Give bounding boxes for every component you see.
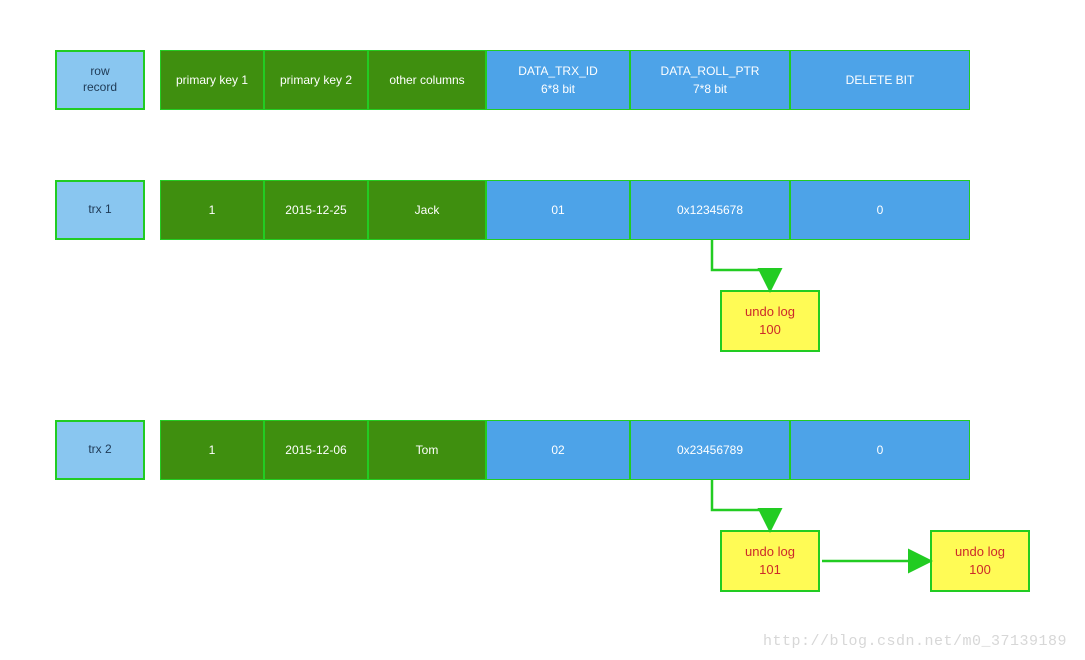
watermark-text: http://blog.csdn.net/m0_37139189	[763, 633, 1067, 650]
cell: 01	[486, 180, 630, 240]
trx2-cells: 12015-12-06Tom020x234567890	[160, 420, 970, 480]
undo-log-box-100a: undo log 100	[720, 290, 820, 352]
cell: primary key 1	[160, 50, 264, 110]
trx1-row: trx 1 12015-12-25Jack010x123456780	[55, 180, 970, 240]
trx2-row: trx 2 12015-12-06Tom020x234567890	[55, 420, 970, 480]
cell: Tom	[368, 420, 486, 480]
undo-log-box-101: undo log 101	[720, 530, 820, 592]
diagram-canvas: row record primary key 1primary key 2oth…	[0, 0, 1085, 660]
cell: primary key 2	[264, 50, 368, 110]
cell: 0x23456789	[630, 420, 790, 480]
header-row: row record primary key 1primary key 2oth…	[55, 50, 970, 110]
cell: 02	[486, 420, 630, 480]
cell: 2015-12-06	[264, 420, 368, 480]
row-record-label: row record	[55, 50, 145, 110]
cell: 0	[790, 180, 970, 240]
header-cells: primary key 1primary key 2other columnsD…	[160, 50, 970, 110]
cell: 0x12345678	[630, 180, 790, 240]
cell: DATA_ROLL_PTR 7*8 bit	[630, 50, 790, 110]
undo-log-box-100b: undo log 100	[930, 530, 1030, 592]
cell: 1	[160, 420, 264, 480]
trx1-cells: 12015-12-25Jack010x123456780	[160, 180, 970, 240]
cell: Jack	[368, 180, 486, 240]
trx1-label: trx 1	[55, 180, 145, 240]
cell: other columns	[368, 50, 486, 110]
cell: DELETE BIT	[790, 50, 970, 110]
cell: 1	[160, 180, 264, 240]
cell: DATA_TRX_ID 6*8 bit	[486, 50, 630, 110]
cell: 0	[790, 420, 970, 480]
trx2-label: trx 2	[55, 420, 145, 480]
cell: 2015-12-25	[264, 180, 368, 240]
